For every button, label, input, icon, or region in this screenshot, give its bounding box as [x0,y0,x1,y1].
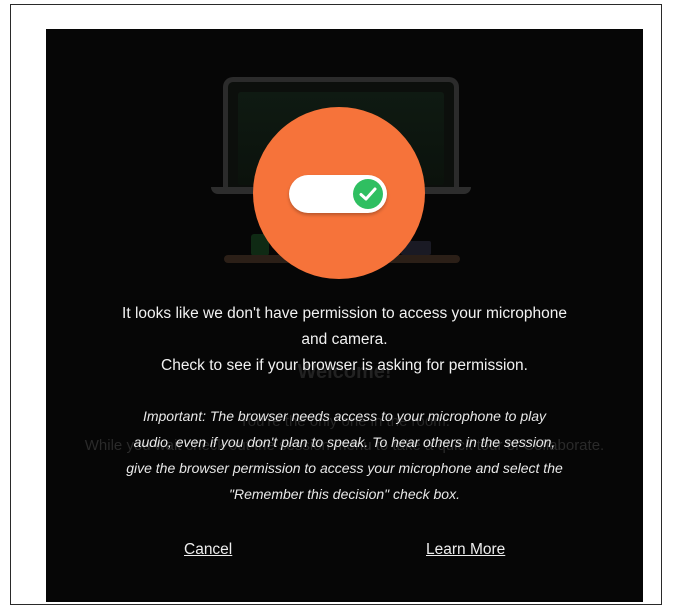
important-note-line: Important: The browser needs access to y… [142,408,547,424]
permission-message-line2: and camera. [301,331,388,348]
cancel-link[interactable]: Cancel [184,541,232,559]
permission-dialog-overlay: Welcome! You're the only one in the room… [46,29,643,602]
permission-message-line1: It looks like we don't have permission t… [122,305,567,322]
important-note: Important: The browser needs access to y… [66,403,623,507]
important-note-line: "Remember this decision" check box. [229,486,460,502]
window-frame: Welcome! You're the only one in the room… [10,4,662,605]
important-note-line: audio, even if you don't plan to speak. … [133,434,556,450]
important-note-line: give the browser permission to access yo… [126,460,563,476]
permission-badge [253,107,425,279]
learn-more-link[interactable]: Learn More [426,541,505,559]
permission-message-line3: Check to see if your browser is asking f… [161,357,528,374]
toggle-on-check-icon [289,175,387,213]
check-icon [353,179,383,209]
